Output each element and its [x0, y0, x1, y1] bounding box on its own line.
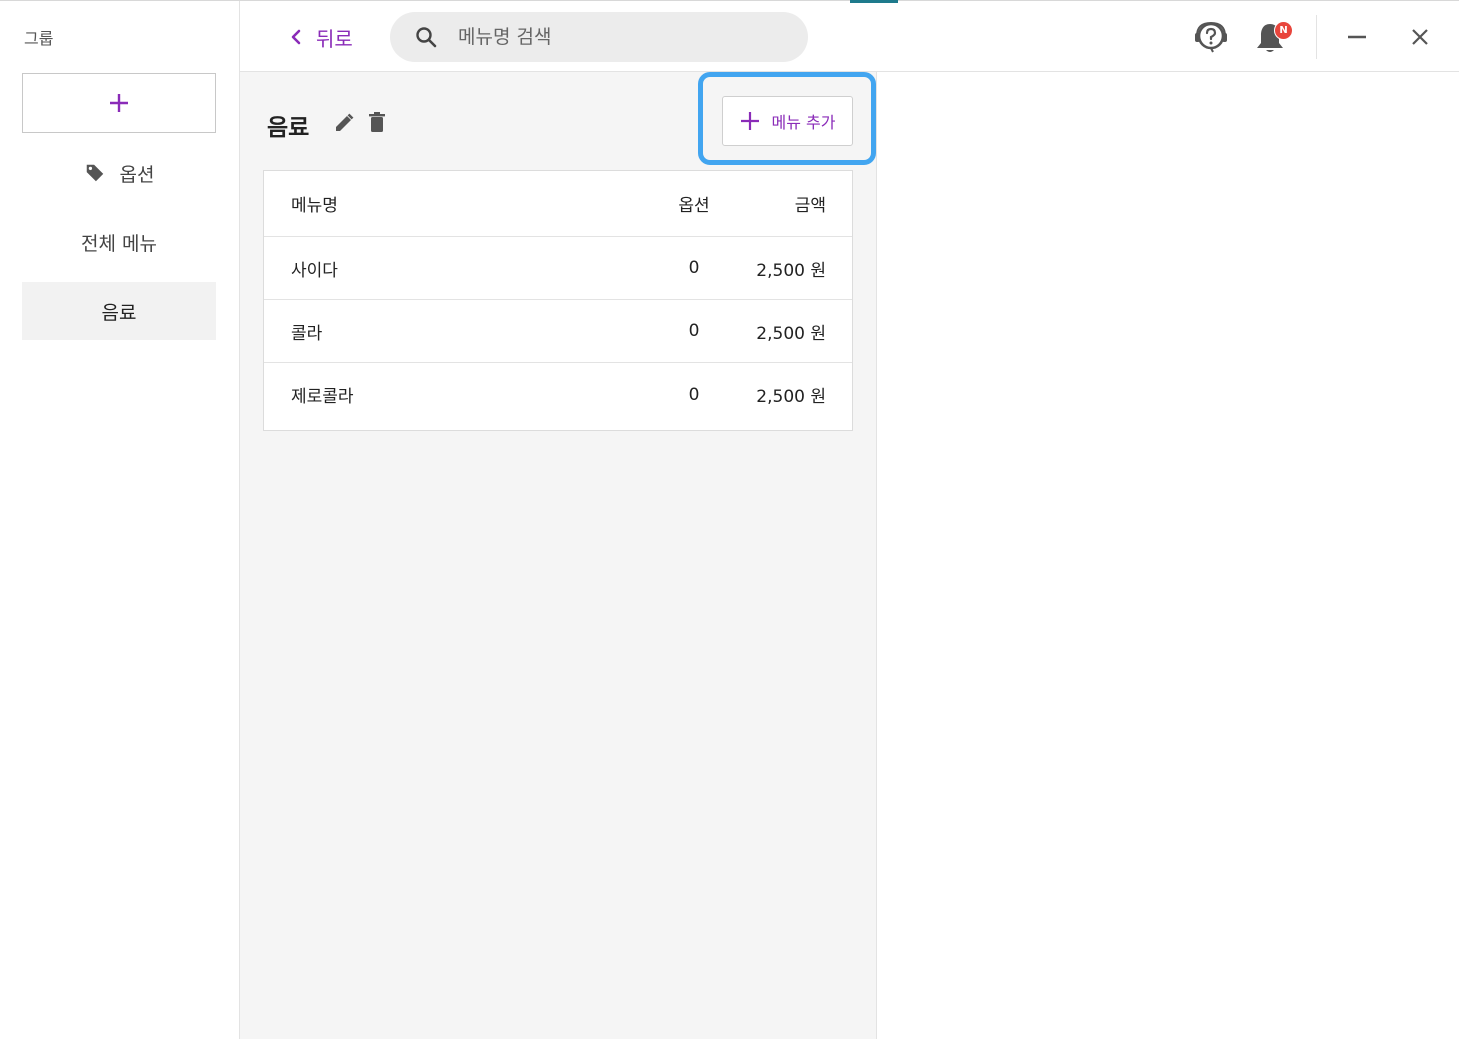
table-header: 메뉴명 옵션 금액 — [264, 171, 852, 237]
sidebar-item-all-menu[interactable]: 전체 메뉴 — [22, 213, 216, 271]
menu-name: 제로콜라 — [291, 387, 354, 407]
back-label: 뒤로 — [316, 26, 353, 51]
add-menu-button[interactable]: 메뉴 추가 — [722, 96, 853, 146]
back-button[interactable]: 뒤로 — [288, 21, 353, 53]
header-price: 금액 — [794, 196, 826, 216]
menu-name: 사이다 — [291, 260, 338, 281]
sidebar-item-beverages[interactable]: 음료 — [22, 282, 216, 340]
menu-price: 2,500 원 — [756, 323, 826, 344]
search-bar[interactable] — [390, 12, 808, 62]
plus-icon — [110, 94, 128, 112]
plus-icon — [740, 112, 759, 130]
header-name: 메뉴명 — [291, 196, 338, 216]
group-sidebar: 그룹 옵션 전체 메뉴 음료 — [0, 1, 240, 1039]
search-input[interactable] — [458, 26, 758, 48]
pencil-icon[interactable] — [333, 112, 355, 134]
menu-panel: 음료 메뉴 추가 메뉴명 옵션 금액 사이다 0 2,500 원 콜라 0 2,… — [240, 72, 877, 1039]
trash-icon[interactable] — [367, 111, 387, 133]
tag-icon — [86, 164, 103, 182]
app-window: 그룹 옵션 전체 메뉴 음료 뒤로 메뉴명 검색 N 음료 메뉴 추가 메뉴명 … — [0, 0, 1459, 1039]
sidebar-item-options[interactable]: 옵션 — [22, 144, 216, 202]
menu-price: 2,500 원 — [756, 260, 826, 281]
sidebar-item-label: 음료 — [101, 301, 137, 324]
search-icon — [416, 27, 437, 48]
divider — [1316, 15, 1317, 59]
table-row[interactable]: 제로콜라 0 2,500 원 — [264, 363, 852, 426]
menu-price: 2,500 원 — [756, 387, 826, 407]
top-accent-line — [850, 0, 898, 3]
sidebar-item-label: 옵션 — [119, 163, 155, 186]
menu-options-count: 0 — [688, 321, 700, 341]
group-title: 음료 — [267, 115, 310, 141]
top-bar: 뒤로 N — [240, 0, 1459, 72]
minimize-icon[interactable] — [1344, 25, 1370, 49]
sidebar-title: 그룹 — [24, 29, 54, 48]
add-group-button[interactable] — [22, 73, 216, 133]
add-menu-label: 메뉴 추가 — [771, 113, 836, 132]
sidebar-item-label: 전체 메뉴 — [81, 232, 157, 255]
menu-name: 콜라 — [291, 323, 323, 344]
notification-badge: N — [1274, 21, 1293, 40]
menu-options-count: 0 — [688, 384, 700, 405]
menu-options-count: 0 — [688, 258, 700, 278]
close-icon[interactable] — [1408, 25, 1432, 49]
header-options: 옵션 — [678, 196, 710, 216]
chevron-left-icon — [291, 29, 301, 45]
help-support-icon[interactable] — [1192, 19, 1230, 55]
menu-table: 메뉴명 옵션 금액 사이다 0 2,500 원 콜라 0 2,500 원 제로콜… — [263, 170, 853, 431]
table-row[interactable]: 콜라 0 2,500 원 — [264, 300, 852, 363]
table-row[interactable]: 사이다 0 2,500 원 — [264, 237, 852, 300]
notifications-button[interactable]: N — [1254, 21, 1294, 57]
